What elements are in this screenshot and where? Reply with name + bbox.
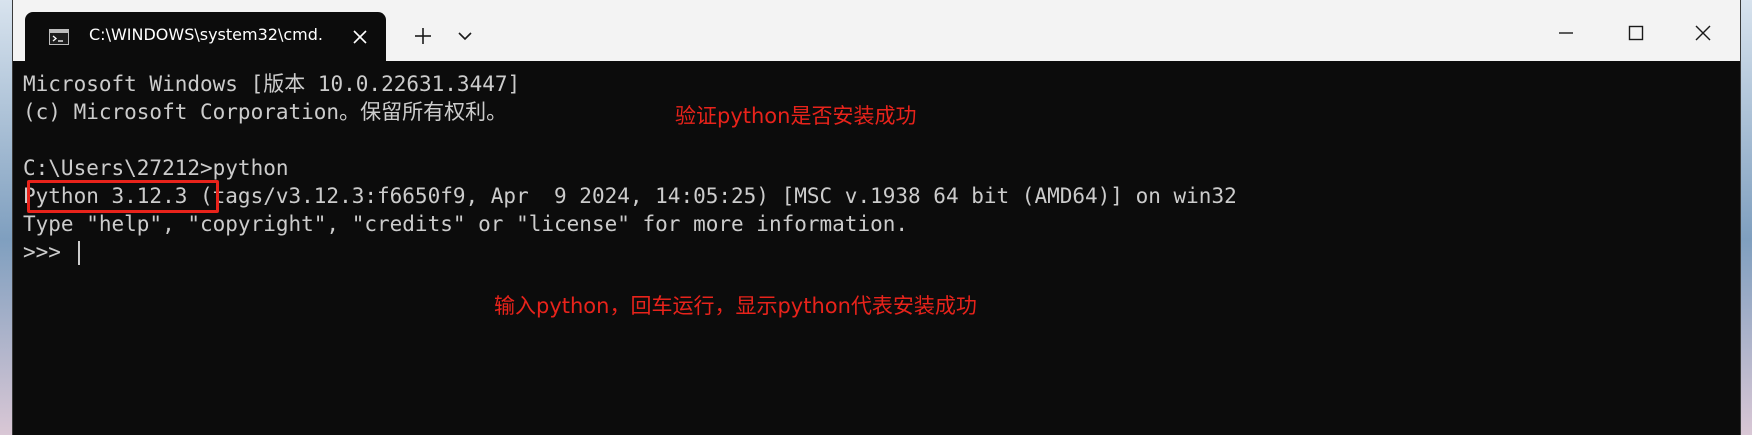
console-line: Microsoft Windows [版本 10.0.22631.3447] (23, 72, 521, 96)
console-line: Python 3.12.3 (tags/v3.12.3:f6650f9, Apr… (23, 184, 1237, 208)
close-icon[interactable] (349, 26, 371, 48)
title-bar[interactable]: C:\WINDOWS\system32\cmd. (13, 0, 1740, 61)
minimize-icon[interactable] (1551, 18, 1581, 48)
text-cursor (77, 241, 80, 265)
scrollbar[interactable] (1730, 68, 1734, 424)
console-icon (49, 29, 69, 45)
tab-title: C:\WINDOWS\system32\cmd. (89, 25, 323, 44)
chevron-down-icon[interactable] (453, 24, 477, 48)
annotation-verify: 验证python是否安装成功 (675, 104, 917, 128)
annotation-instruction: 输入python，回车运行，显示python代表安装成功 (494, 294, 977, 318)
console-line: C:\Users\27212>python (23, 156, 289, 180)
console-line: Type "help", "copyright", "credits" or "… (23, 212, 909, 236)
plus-icon[interactable] (409, 22, 437, 50)
tab-cmd[interactable]: C:\WINDOWS\system32\cmd. (25, 12, 386, 61)
version-highlight-box (27, 180, 219, 213)
close-icon[interactable] (1688, 18, 1718, 48)
maximize-icon[interactable] (1621, 18, 1651, 48)
python-prompt: >>> (23, 240, 74, 264)
console-prompt-line[interactable]: >>> (23, 238, 1713, 266)
terminal-window[interactable]: C:\WINDOWS\system32\cmd. Microsoft Windo… (12, 0, 1741, 435)
